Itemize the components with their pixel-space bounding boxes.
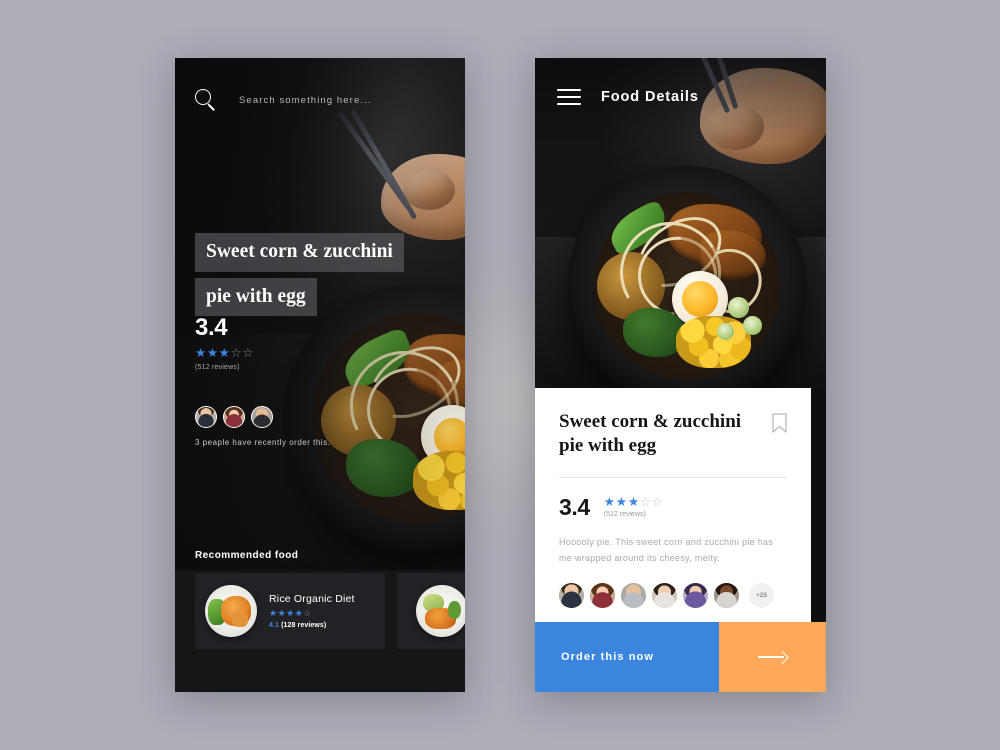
arrow-right-icon (757, 650, 789, 664)
avatar[interactable] (590, 582, 615, 608)
recommended-reviews-count: (128 reviews) (281, 622, 327, 629)
rating-reviews-count: (512 reviews) (195, 363, 240, 371)
recommended-name: Rice Organic Diet (269, 593, 355, 605)
avatar[interactable] (223, 406, 245, 428)
more-participants-badge[interactable]: +25 (749, 582, 774, 608)
avatar[interactable] (652, 582, 677, 608)
card-rating: 3.4 ★★★☆☆ (512 reviews) (559, 494, 787, 521)
search-icon[interactable] (195, 89, 217, 111)
order-button[interactable]: Order this now (535, 622, 719, 692)
search-input[interactable] (239, 94, 439, 106)
orderer-avatar-row (195, 406, 330, 428)
details-screen-phone: Food Details Sweet corn & zucchini pie w… (535, 58, 826, 692)
card-divider (559, 476, 787, 478)
card-rating-stars: ★★★☆☆ (603, 494, 664, 509)
hero-title: Sweet corn & zucchini pie with egg (195, 233, 404, 322)
page-title: Food Details (601, 89, 699, 105)
hero-title-line-2: pie with egg (195, 277, 317, 316)
recommended-card[interactable] (397, 573, 465, 649)
hero-title-line-1: Sweet corn & zucchini (195, 233, 404, 272)
recommended-heading: Recommended food (195, 550, 299, 561)
hamburger-menu-icon[interactable] (557, 89, 581, 105)
recommended-scroller[interactable]: Rice Organic Diet ★★★★☆ 4.1 (128 reviews… (195, 573, 465, 649)
avatar[interactable] (251, 406, 273, 428)
search-bar[interactable] (175, 58, 465, 142)
recommended-card[interactable]: Rice Organic Diet ★★★★☆ 4.1 (128 reviews… (195, 573, 385, 649)
home-screen-phone: Sweet corn & zucchini pie with egg 3.4 ★… (175, 58, 465, 692)
participant-avatars: +25 (559, 582, 787, 608)
next-button[interactable] (719, 622, 826, 692)
bookmark-icon[interactable] (772, 413, 787, 433)
food-title: Sweet corn & zucchini pie with egg (559, 411, 742, 457)
food-details-card: Sweet corn & zucchini pie with egg 3.4 ★… (535, 388, 811, 626)
recommended-food-section: Recommended food Rice Organic Diet ★★★★☆… (175, 550, 465, 692)
avatar[interactable] (683, 582, 708, 608)
card-reviews-count: (512 reviews) (603, 511, 646, 519)
avatar[interactable] (714, 582, 739, 608)
recommended-score: 4.1 (269, 622, 280, 629)
card-header: Sweet corn & zucchini pie with egg (559, 410, 787, 459)
avatar[interactable] (621, 582, 646, 608)
avatar[interactable] (559, 582, 584, 608)
recommended-info: Rice Organic Diet ★★★★☆ 4.1 (128 reviews… (269, 593, 355, 629)
recent-orderers: 3 peaple have recently order this. (195, 406, 330, 447)
food-thumbnail (205, 585, 257, 637)
avatar[interactable] (195, 406, 217, 428)
food-thumbnail (416, 585, 465, 637)
card-stars-wrap: ★★★☆☆ (512 reviews) (603, 494, 664, 520)
food-description: Hooooly pie. This sweet corn and zucchin… (559, 537, 774, 563)
details-topbar: Food Details (535, 58, 826, 136)
recent-orderers-note: 3 peaple have recently order this. (195, 438, 331, 447)
recommended-stars: ★★★★☆ (269, 608, 312, 618)
recommended-meta: 4.1 (128 reviews) (269, 622, 355, 629)
rating-stars: ★★★☆☆ (195, 346, 255, 360)
rating-score: 3.4 (195, 314, 228, 341)
hero-rating: 3.4 ★★★☆☆ (512 reviews) (195, 316, 254, 371)
action-bar: Order this now (535, 622, 826, 692)
card-rating-score: 3.4 (559, 494, 590, 521)
